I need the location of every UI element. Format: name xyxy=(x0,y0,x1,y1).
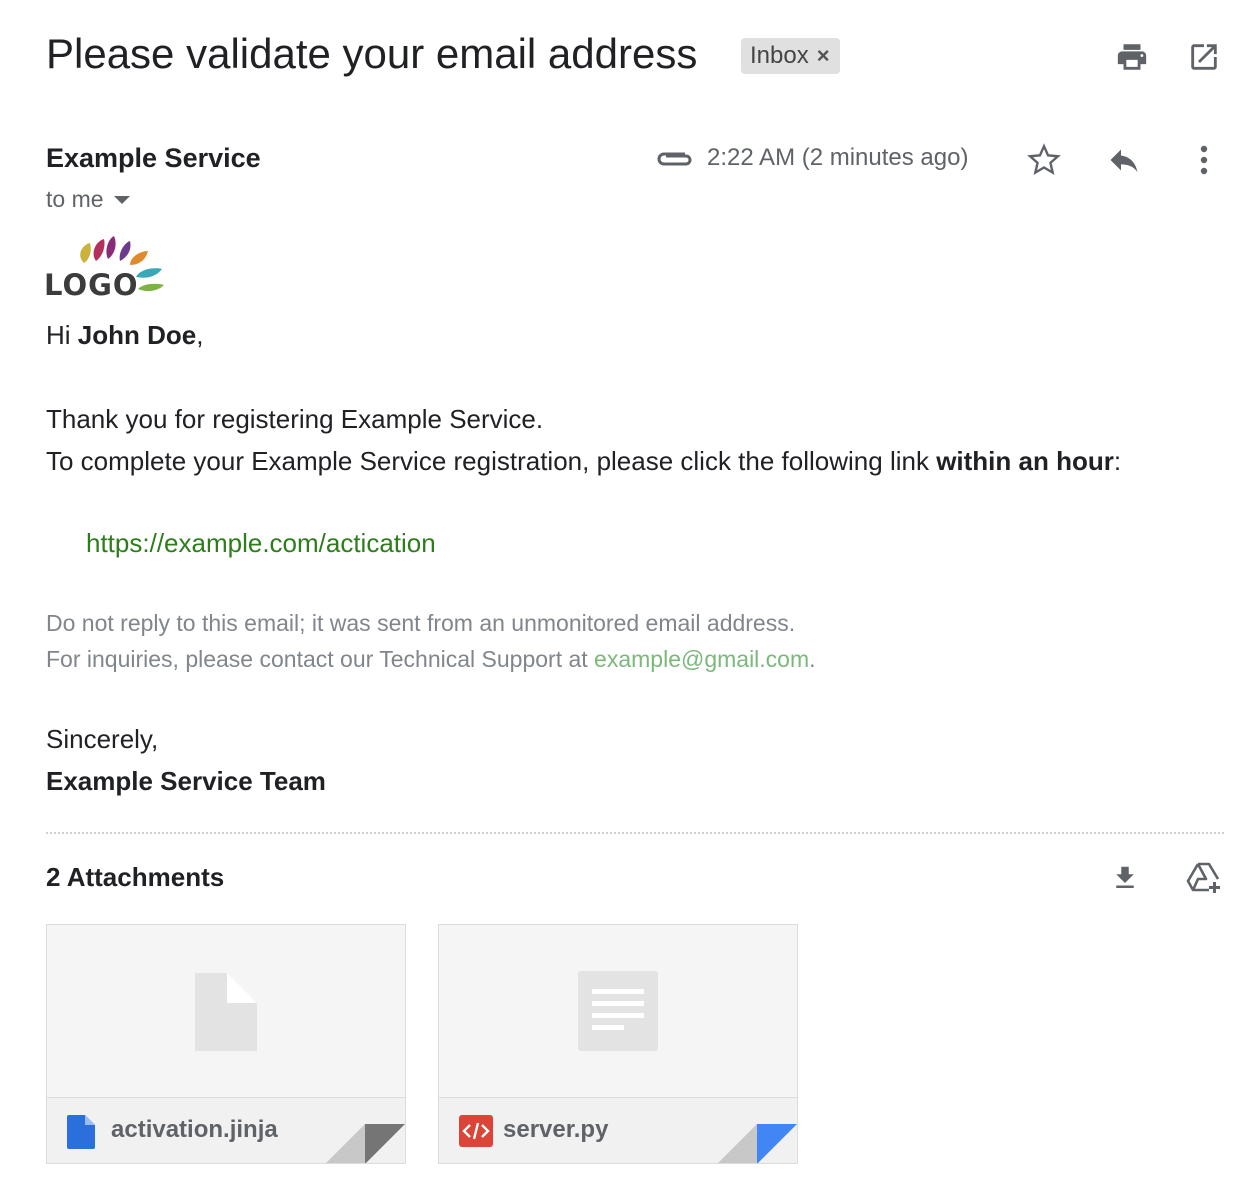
logo-wordmark: LOGO xyxy=(44,268,139,299)
attachment-filename: server.py xyxy=(503,1116,609,1143)
body-line-2-emphasis: within an hour xyxy=(936,446,1114,476)
attachment-preview xyxy=(47,925,405,1097)
greeting-name: John Doe xyxy=(77,320,197,350)
attachments-title: 2 Attachments xyxy=(46,862,225,892)
attachment-indicator xyxy=(655,146,693,177)
attachments-divider xyxy=(46,832,1224,834)
greeting: Hi John Doe, xyxy=(46,320,203,351)
label-text: Inbox xyxy=(750,42,809,69)
attachment-card-server-py[interactable]: server.py xyxy=(438,924,798,1164)
more-vertical-icon xyxy=(1200,145,1208,175)
greeting-suffix: , xyxy=(196,320,204,350)
star-icon xyxy=(1027,143,1061,176)
attachment-filename: activation.jinja xyxy=(111,1116,278,1143)
open-in-new-window-button[interactable] xyxy=(1185,38,1223,76)
chevron-down-icon xyxy=(113,195,130,204)
closing: Sincerely, xyxy=(46,724,159,754)
reply-button[interactable] xyxy=(1104,140,1144,180)
support-note-text: For inquiries, please contact our Techni… xyxy=(46,646,595,672)
print-button[interactable] xyxy=(1112,38,1152,76)
remove-label-button[interactable]: × xyxy=(817,43,830,69)
generic-file-icon xyxy=(195,973,257,1051)
sender-name: Example Service xyxy=(46,143,261,173)
support-note: For inquiries, please contact our Techni… xyxy=(46,646,816,673)
code-red-icon xyxy=(459,1115,493,1147)
add-to-drive-button[interactable] xyxy=(1184,858,1224,898)
file-corner-fold xyxy=(718,1124,797,1163)
attachment-footer: activation.jinja xyxy=(47,1097,405,1163)
body-line-2-text: To complete your Example Service registr… xyxy=(46,446,937,476)
attachment-footer: server.py xyxy=(439,1097,797,1163)
download-icon xyxy=(1116,866,1134,888)
print-icon xyxy=(1117,44,1147,70)
received-time: 2:22 AM (2 minutes ago) xyxy=(707,144,969,171)
support-note-suffix: . xyxy=(809,646,816,672)
more-options-button[interactable] xyxy=(1188,140,1220,180)
star-button[interactable] xyxy=(1024,140,1064,180)
open-in-new-window-icon xyxy=(1191,44,1217,70)
file-corner-fold xyxy=(326,1124,405,1163)
recipient-text: to me xyxy=(46,186,104,212)
text-document-icon xyxy=(578,971,658,1051)
no-reply-note: Do not reply to this email; it was sent … xyxy=(46,610,796,636)
inbox-label-chip: Inbox × xyxy=(741,38,840,74)
signature: Example Service Team xyxy=(46,766,326,796)
doc-blue-icon xyxy=(67,1115,95,1149)
body-line-2: To complete your Example Service registr… xyxy=(46,446,1121,477)
download-all-button[interactable] xyxy=(1106,858,1144,898)
attachment-card-activation-jinja[interactable]: activation.jinja xyxy=(46,924,406,1164)
activation-link[interactable]: https://example.com/actication xyxy=(86,528,436,559)
email-subject: Please validate your email address xyxy=(46,30,698,77)
body-line-2-suffix: : xyxy=(1113,446,1122,476)
support-email-link[interactable]: example@gmail.com xyxy=(594,646,809,672)
recipient-details-toggle[interactable]: to me xyxy=(46,186,130,213)
paperclip-icon xyxy=(657,152,692,166)
greeting-prefix: Hi xyxy=(46,320,78,350)
body-line-1: Thank you for registering Example Servic… xyxy=(46,404,544,434)
attachment-preview xyxy=(439,925,797,1097)
add-to-drive-icon xyxy=(1186,862,1220,893)
reply-icon xyxy=(1110,149,1138,172)
company-logo: LOGO xyxy=(44,233,168,304)
